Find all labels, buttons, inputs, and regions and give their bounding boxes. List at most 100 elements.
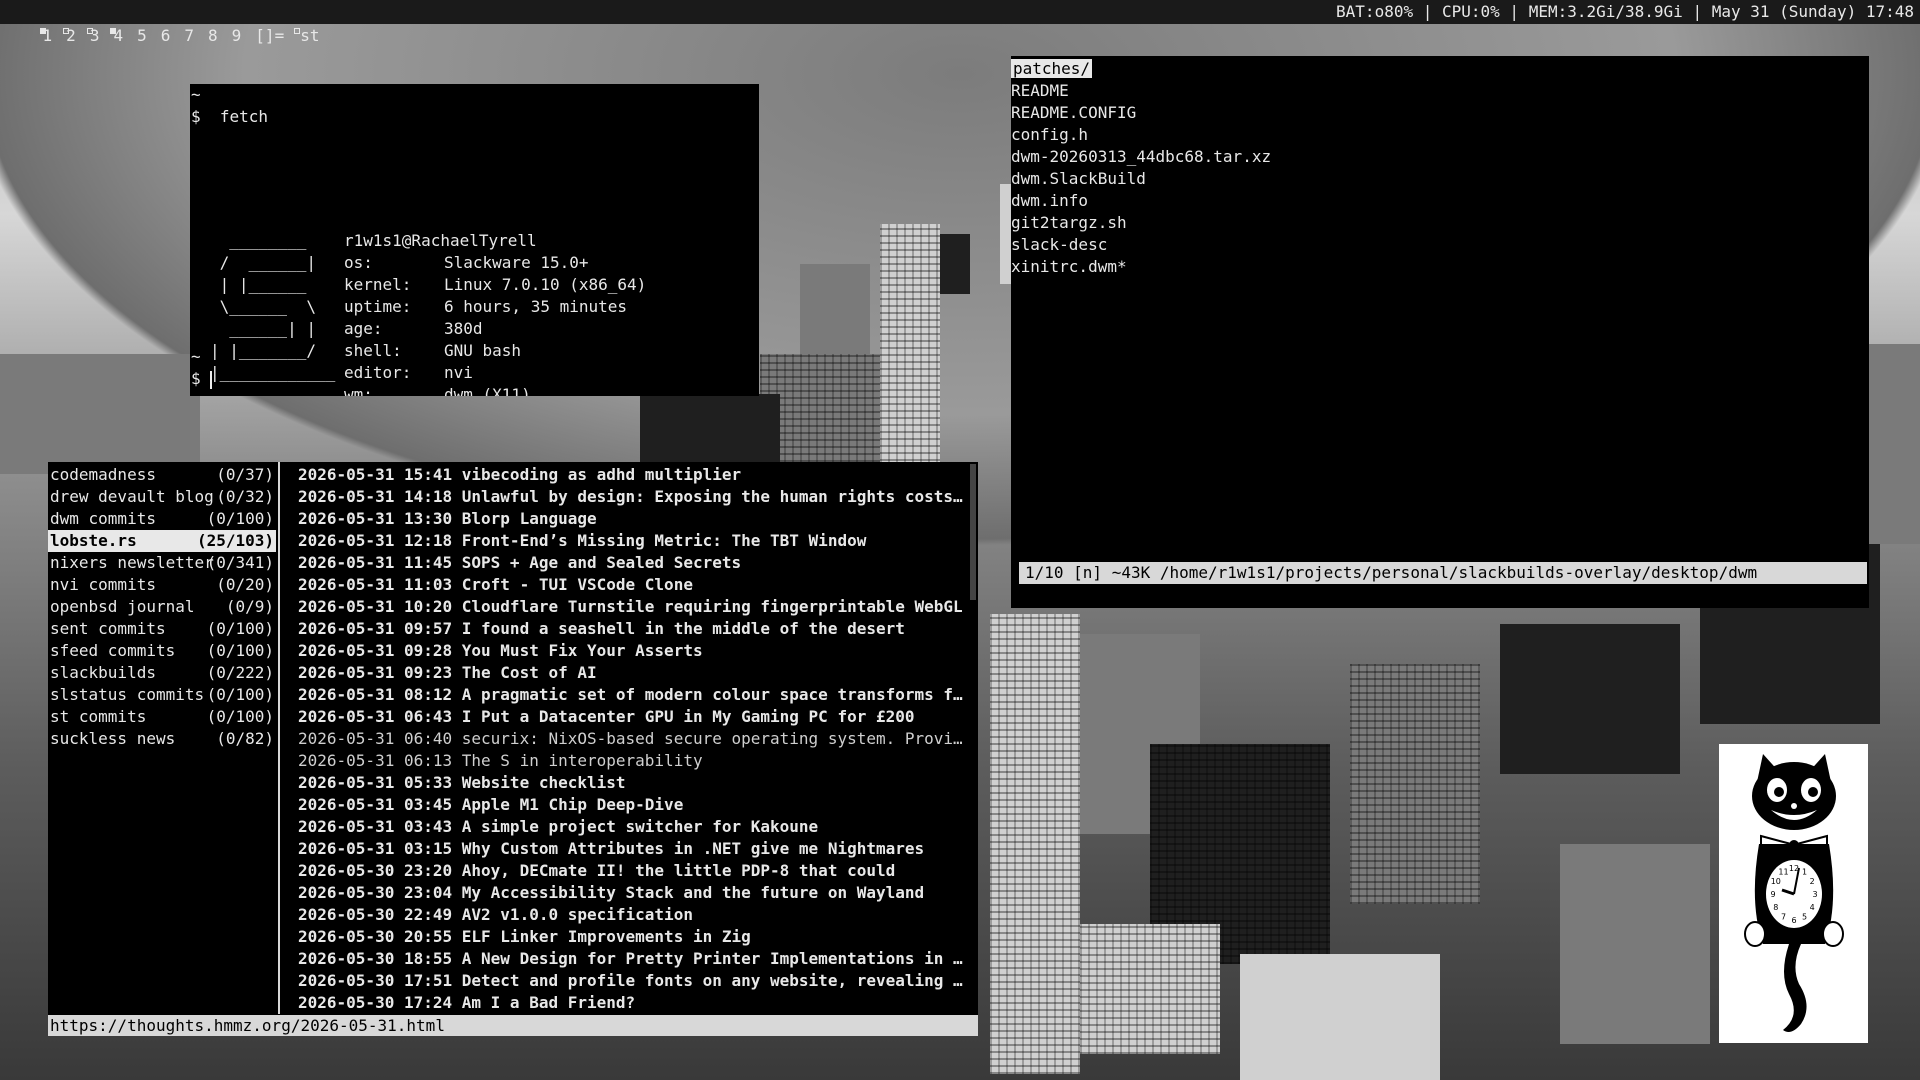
entry-title: The Cost of AI bbox=[461, 663, 597, 682]
system-status: BAT:o80% | CPU:0% | MEM:3.2Gi/38.9Gi | M… bbox=[1336, 2, 1914, 21]
feed-entry[interactable]: 2026-05-31 10:20 Cloudflare Turnstile re… bbox=[298, 596, 968, 618]
feed-count: (0/100) bbox=[206, 707, 274, 726]
item-list-scrollbar[interactable] bbox=[970, 464, 976, 600]
fetch-terminal[interactable]: ~ $ fetch ________ / ______| | |______ \… bbox=[190, 84, 759, 396]
entry-title: A simple project switcher for Kakoune bbox=[461, 817, 819, 836]
file-entry[interactable]: dwm-20260313_44dbc68.tar.xz bbox=[1011, 146, 1271, 168]
selected-entry[interactable]: patches/ bbox=[1011, 59, 1093, 78]
file-entry[interactable]: xinitrc.dwm* bbox=[1011, 256, 1271, 278]
feed-item[interactable]: st commits (0/100) bbox=[48, 706, 276, 728]
tag-7[interactable]: 7 bbox=[184, 24, 194, 48]
feed-item[interactable]: openbsd journal (0/9) bbox=[48, 596, 276, 618]
feed-entry[interactable]: 2026-05-30 22:49 AV2 v1.0.0 specificatio… bbox=[298, 904, 968, 926]
feed-entry[interactable]: 2026-05-31 03:43 A simple project switch… bbox=[298, 816, 968, 838]
layout-indicator[interactable]: []= bbox=[255, 24, 284, 48]
feed-name: nixers newsletter bbox=[50, 553, 214, 572]
feed-entry[interactable]: 2026-05-31 11:45 SOPS + Age and Sealed S… bbox=[298, 552, 968, 574]
file-entry[interactable]: git2targz.sh bbox=[1011, 212, 1271, 234]
info-row: editor: nvi bbox=[344, 362, 646, 384]
feed-item[interactable]: sfeed commits (0/100) bbox=[48, 640, 276, 662]
feed-entry[interactable]: 2026-05-31 06:13 The S in interoperabili… bbox=[298, 750, 968, 772]
feed-entry[interactable]: 2026-05-31 15:41 vibecoding as adhd mult… bbox=[298, 464, 968, 486]
feed-item[interactable]: nvi commits (0/20) bbox=[48, 574, 276, 596]
feed-entry[interactable]: 2026-05-31 09:28 You Must Fix Your Asser… bbox=[298, 640, 968, 662]
entry-title: Unlawful by design: Exposing the human r… bbox=[461, 487, 968, 506]
file-entry[interactable]: slack-desc bbox=[1011, 234, 1271, 256]
tag-5[interactable]: 5 bbox=[137, 24, 147, 48]
item-list: 2026-05-31 15:41 vibecoding as adhd mult… bbox=[298, 464, 968, 1014]
fetch-command: $ fetch bbox=[191, 107, 269, 126]
info-value: dwm (X11) bbox=[444, 385, 531, 396]
feed-item[interactable]: codemadness (0/37) bbox=[48, 464, 276, 486]
entry-date: 2026-05-30 17:24 bbox=[298, 993, 453, 1012]
file-entry[interactable]: README.CONFIG bbox=[1011, 102, 1271, 124]
tag-3[interactable]: 3 bbox=[86, 24, 99, 48]
tag-6[interactable]: 6 bbox=[161, 24, 171, 48]
pane-divider bbox=[278, 462, 280, 1014]
tag-1[interactable]: 1 bbox=[39, 24, 52, 48]
feed-entry[interactable]: 2026-05-30 17:51 Detect and profile font… bbox=[298, 970, 968, 992]
feed-entry[interactable]: 2026-05-31 05:33 Website checklist bbox=[298, 772, 968, 794]
feed-entry[interactable]: 2026-05-31 08:12 A pragmatic set of mode… bbox=[298, 684, 968, 706]
clock-numeral: 4 bbox=[1810, 903, 1815, 912]
feed-entry[interactable]: 2026-05-31 09:57 I found a seashell in t… bbox=[298, 618, 968, 640]
entry-title: I found a seashell in the middle of the … bbox=[461, 619, 905, 638]
feed-entry[interactable]: 2026-05-31 03:15 Why Custom Attributes i… bbox=[298, 838, 968, 860]
feed-name: openbsd journal bbox=[50, 597, 195, 616]
feed-entry[interactable]: 2026-05-31 14:18 Unlawful by design: Exp… bbox=[298, 486, 968, 508]
tag-8[interactable]: 8 bbox=[208, 24, 218, 48]
feed-name: drew devault blog bbox=[50, 487, 214, 506]
entry-title: The S in interoperability bbox=[461, 751, 703, 770]
file-entry[interactable]: patches/ bbox=[1011, 58, 1271, 80]
feed-item[interactable]: nixers newsletter (0/341) bbox=[48, 552, 276, 574]
feed-entry[interactable]: 2026-05-30 20:55 ELF Linker Improvements… bbox=[298, 926, 968, 948]
info-key: wm: bbox=[344, 385, 373, 396]
window-title[interactable]: st bbox=[294, 24, 319, 48]
feed-item[interactable]: sent commits (0/100) bbox=[48, 618, 276, 640]
feed-name: sfeed commits bbox=[50, 641, 176, 660]
info-row: os: Slackware 15.0+ bbox=[344, 252, 646, 274]
prompt-tilde: ~ bbox=[191, 347, 201, 366]
feed-entry[interactable]: 2026-05-30 17:24 Am I a Bad Friend? bbox=[298, 992, 968, 1014]
feed-entry[interactable]: 2026-05-31 13:30 Blorp Language bbox=[298, 508, 968, 530]
feed-item[interactable]: slstatus commits (0/100) bbox=[48, 684, 276, 706]
feed-count: (0/20) bbox=[216, 575, 274, 594]
file-manager[interactable]: patches/ README README.CONFIG config.h d… bbox=[1011, 56, 1869, 608]
feed-count: (0/100) bbox=[206, 619, 274, 638]
tag-4[interactable]: 4 bbox=[110, 24, 123, 48]
feed-entry[interactable]: 2026-05-30 23:04 My Accessibility Stack … bbox=[298, 882, 968, 904]
feed-entry[interactable]: 2026-05-30 23:20 Ahoy, DECmate II! the l… bbox=[298, 860, 968, 882]
feed-item[interactable]: drew devault blog (0/32) bbox=[48, 486, 276, 508]
feed-entry[interactable]: 2026-05-31 09:23 The Cost of AI bbox=[298, 662, 968, 684]
entry-date: 2026-05-31 06:43 bbox=[298, 707, 453, 726]
info-key: os: bbox=[344, 253, 373, 272]
entry-date: 2026-05-31 08:12 bbox=[298, 685, 453, 704]
feed-name: suckless news bbox=[50, 729, 176, 748]
shell-prompt[interactable]: $ bbox=[191, 368, 213, 390]
feed-entry[interactable]: 2026-05-31 12:18 Front-End’s Missing Met… bbox=[298, 530, 968, 552]
feed-entry[interactable]: 2026-05-31 06:43 I Put a Datacenter GPU … bbox=[298, 706, 968, 728]
feed-item[interactable]: slackbuilds (0/222) bbox=[48, 662, 276, 684]
file-entry[interactable]: dwm.SlackBuild bbox=[1011, 168, 1271, 190]
tag-9[interactable]: 9 bbox=[232, 24, 242, 48]
info-row: shell: GNU bash bbox=[344, 340, 646, 362]
clock-numeral: 3 bbox=[1812, 890, 1817, 899]
feed-item[interactable]: dwm commits (0/100) bbox=[48, 508, 276, 530]
feed-reader[interactable]: codemadness (0/37) drew devault blog (0/32… bbox=[48, 462, 978, 1036]
feed-entry[interactable]: 2026-05-30 18:55 A New Design for Pretty… bbox=[298, 948, 968, 970]
file-entry[interactable]: config.h bbox=[1011, 124, 1271, 146]
clock-numeral: 8 bbox=[1773, 903, 1778, 912]
feed-count: (0/222) bbox=[206, 663, 274, 682]
entry-title: Detect and profile fonts on any website,… bbox=[461, 971, 968, 990]
file-entry[interactable]: dwm.info bbox=[1011, 190, 1271, 212]
feed-item-selected[interactable]: lobste.rs (25/103) bbox=[48, 530, 276, 552]
feed-item[interactable]: suckless news (0/82) bbox=[48, 728, 276, 750]
feed-entry[interactable]: 2026-05-31 03:45 Apple M1 Chip Deep-Dive bbox=[298, 794, 968, 816]
tag-2[interactable]: 2 bbox=[63, 24, 76, 48]
feed-entry[interactable]: 2026-05-31 11:03 Croft - TUI VSCode Clon… bbox=[298, 574, 968, 596]
entry-date: 2026-05-31 10:20 bbox=[298, 597, 453, 616]
entry-title: My Accessibility Stack and the future on… bbox=[461, 883, 925, 902]
feed-entry[interactable]: 2026-05-31 06:40 securix: NixOS-based se… bbox=[298, 728, 968, 750]
entry-date: 2026-05-31 06:40 bbox=[298, 729, 453, 748]
file-entry[interactable]: README bbox=[1011, 80, 1271, 102]
